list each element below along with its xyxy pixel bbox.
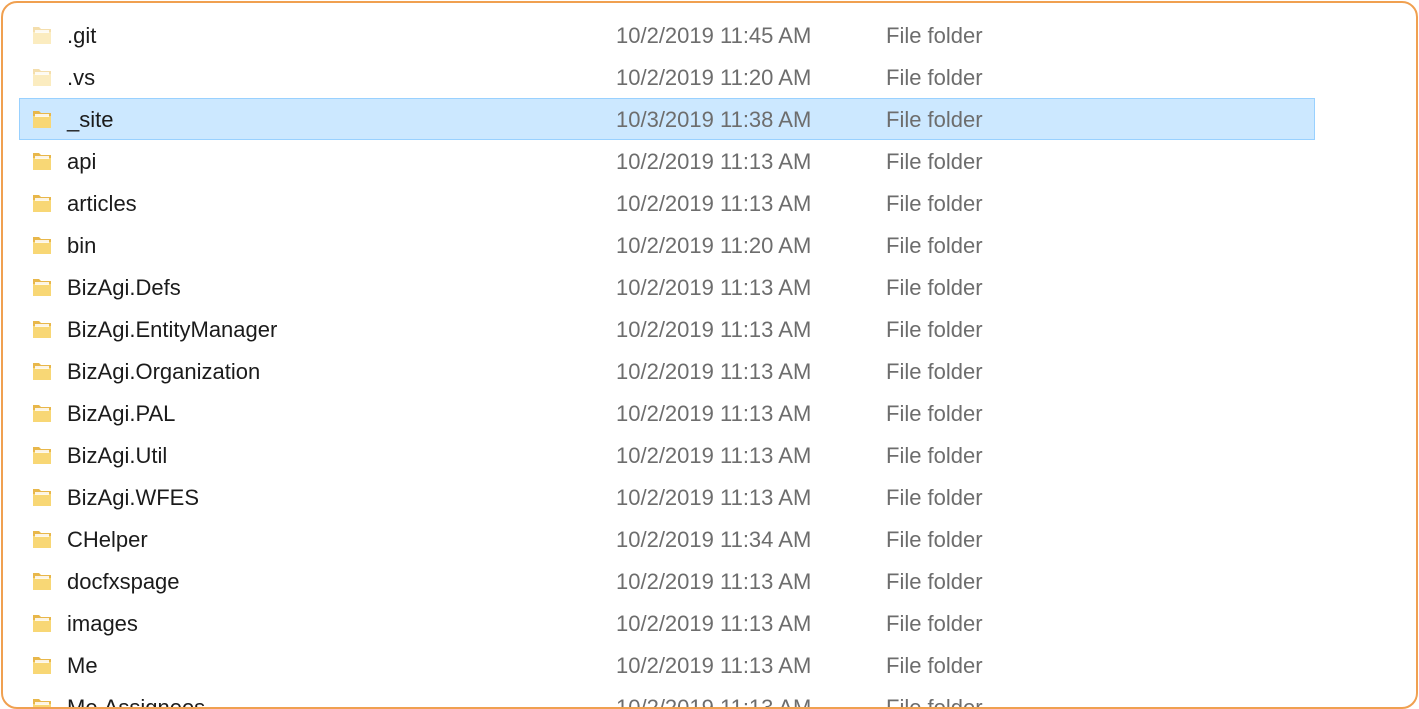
file-type: File folder: [886, 65, 983, 90]
file-type: File folder: [886, 233, 983, 258]
file-name: BizAgi.Organization: [67, 359, 261, 384]
folder-icon: [32, 24, 52, 46]
file-date-modified: 10/2/2019 11:13 AM: [616, 317, 812, 342]
file-type: File folder: [886, 485, 983, 510]
file-list-window: .git 10/2/2019 11:45 AM File folder .vs …: [1, 1, 1418, 709]
file-date-modified: 10/2/2019 11:13 AM: [616, 359, 812, 384]
file-row-bizagi-entitymanager[interactable]: BizAgi.EntityManager 10/2/2019 11:13 AM …: [19, 308, 1315, 350]
file-name: Me: [67, 653, 98, 678]
file-name: docfxspage: [67, 569, 180, 594]
folder-icon: [32, 360, 52, 382]
file-row-bizagi-pal[interactable]: BizAgi.PAL 10/2/2019 11:13 AM File folde…: [19, 392, 1315, 434]
file-type: File folder: [886, 149, 983, 174]
file-type: File folder: [886, 569, 983, 594]
file-date-modified: 10/2/2019 11:34 AM: [616, 527, 812, 552]
file-name: BizAgi.Defs: [67, 275, 181, 300]
file-row-vs[interactable]: .vs 10/2/2019 11:20 AM File folder: [19, 56, 1315, 98]
file-row-bizagi-util[interactable]: BizAgi.Util 10/2/2019 11:13 AM File fold…: [19, 434, 1315, 476]
file-name: .vs: [67, 65, 96, 90]
file-row-bizagi-defs[interactable]: BizAgi.Defs 10/2/2019 11:13 AM File fold…: [19, 266, 1315, 308]
file-type: File folder: [886, 443, 983, 468]
file-row-bizagi-organization[interactable]: BizAgi.Organization 10/2/2019 11:13 AM F…: [19, 350, 1315, 392]
file-type: File folder: [886, 23, 983, 48]
file-row-docfxspage[interactable]: docfxspage 10/2/2019 11:13 AM File folde…: [19, 560, 1315, 602]
folder-icon: [32, 570, 52, 592]
file-name: BizAgi.PAL: [67, 401, 176, 426]
folder-icon: [32, 654, 52, 676]
file-date-modified: 10/2/2019 11:20 AM: [616, 233, 812, 258]
file-name: articles: [67, 191, 137, 216]
folder-icon: [32, 402, 52, 424]
file-type: File folder: [886, 275, 983, 300]
file-list: .git 10/2/2019 11:45 AM File folder .vs …: [3, 14, 1416, 709]
file-date-modified: 10/2/2019 11:13 AM: [616, 611, 812, 636]
file-row-chelper[interactable]: CHelper 10/2/2019 11:34 AM File folder: [19, 518, 1315, 560]
file-type: File folder: [886, 527, 983, 552]
file-name: BizAgi.Util: [67, 443, 168, 468]
file-row-me[interactable]: Me 10/2/2019 11:13 AM File folder: [19, 644, 1315, 686]
file-name: bin: [67, 233, 97, 258]
file-date-modified: 10/3/2019 11:38 AM: [616, 107, 812, 132]
folder-icon: [32, 318, 52, 340]
folder-icon: [32, 150, 52, 172]
file-date-modified: 10/2/2019 11:13 AM: [616, 569, 812, 594]
file-name: BizAgi.WFES: [67, 485, 200, 510]
file-date-modified: 10/2/2019 11:13 AM: [616, 653, 812, 678]
file-row-site[interactable]: _site 10/3/2019 11:38 AM File folder: [19, 98, 1315, 140]
file-date-modified: 10/2/2019 11:13 AM: [616, 485, 812, 510]
file-type: File folder: [886, 695, 983, 709]
file-type: File folder: [886, 317, 983, 342]
folder-icon: [32, 108, 52, 130]
file-date-modified: 10/2/2019 11:13 AM: [616, 275, 812, 300]
file-type: File folder: [886, 611, 983, 636]
file-row-articles[interactable]: articles 10/2/2019 11:13 AM File folder: [19, 182, 1315, 224]
file-row-bin[interactable]: bin 10/2/2019 11:20 AM File folder: [19, 224, 1315, 266]
file-type: File folder: [886, 401, 983, 426]
file-name: images: [67, 611, 138, 636]
file-row-me-assignees[interactable]: Me.Assignees 10/2/2019 11:13 AM File fol…: [19, 686, 1315, 709]
file-date-modified: 10/2/2019 11:13 AM: [616, 443, 812, 468]
folder-icon: [32, 192, 52, 214]
file-type: File folder: [886, 653, 983, 678]
file-name: Me.Assignees: [67, 695, 206, 709]
file-date-modified: 10/2/2019 11:20 AM: [616, 65, 812, 90]
folder-icon: [32, 276, 52, 298]
file-type: File folder: [886, 107, 983, 132]
folder-icon: [32, 444, 52, 466]
folder-icon: [32, 528, 52, 550]
file-type: File folder: [886, 191, 983, 216]
file-date-modified: 10/2/2019 11:13 AM: [616, 401, 812, 426]
file-date-modified: 10/2/2019 11:45 AM: [616, 23, 812, 48]
folder-icon: [32, 234, 52, 256]
file-name: CHelper: [67, 527, 148, 552]
file-date-modified: 10/2/2019 11:13 AM: [616, 149, 812, 174]
file-type: File folder: [886, 359, 983, 384]
file-date-modified: 10/2/2019 11:13 AM: [616, 191, 812, 216]
folder-icon: [32, 612, 52, 634]
file-date-modified: 10/2/2019 11:13 AM: [616, 695, 812, 709]
file-name: _site: [67, 107, 114, 132]
file-name: api: [67, 149, 97, 174]
folder-icon: [32, 66, 52, 88]
file-row-api[interactable]: api 10/2/2019 11:13 AM File folder: [19, 140, 1315, 182]
file-row-bizagi-wfes[interactable]: BizAgi.WFES 10/2/2019 11:13 AM File fold…: [19, 476, 1315, 518]
file-row-images[interactable]: images 10/2/2019 11:13 AM File folder: [19, 602, 1315, 644]
file-name: BizAgi.EntityManager: [67, 317, 278, 342]
folder-icon: [32, 486, 52, 508]
folder-icon: [32, 696, 52, 707]
file-name: .git: [67, 23, 97, 48]
file-row-git[interactable]: .git 10/2/2019 11:45 AM File folder: [19, 14, 1315, 56]
